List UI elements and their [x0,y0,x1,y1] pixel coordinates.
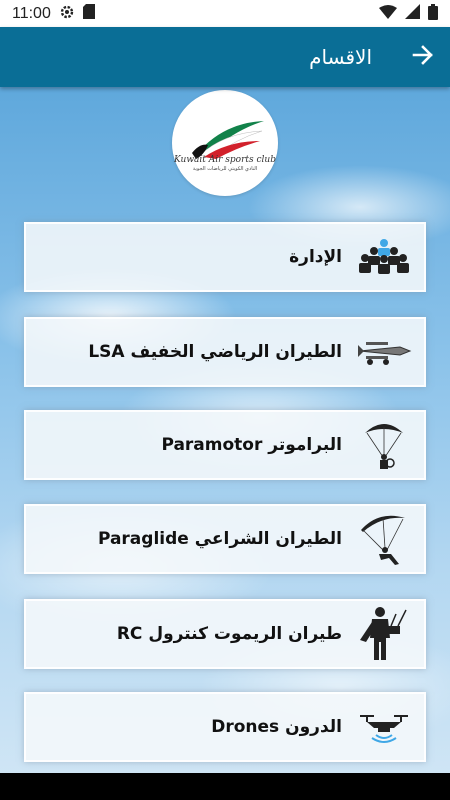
light-aircraft-icon [356,327,412,377]
section-label: الطيران الشراعي Paraglide [97,529,342,549]
section-paraglide[interactable]: الطيران الشراعي Paraglide [24,504,426,574]
section-rc[interactable]: طيران الريموت كنترول RC [24,599,426,669]
system-nav-bar [0,773,450,800]
status-bar-right [379,3,438,24]
section-label: الدرون Drones [211,717,342,737]
sd-card-icon [82,4,95,23]
section-paramotor[interactable]: البراموتر Paramotor [24,410,426,480]
arrow-right-icon[interactable] [412,44,434,70]
sections-list[interactable]: Kuwait Air sports club النادي الكويتي لل… [0,87,450,773]
signal-icon [405,4,420,23]
section-label: الإدارة [289,247,342,267]
paraglider-icon [356,514,412,565]
logo-subtext: النادي الكويتي للرياضات الجوية [192,165,258,172]
status-bar-left: 11:00 [12,4,95,24]
management-group-icon [356,232,412,282]
paramotor-icon [356,420,412,470]
wifi-icon [379,4,397,23]
section-lsa[interactable]: الطيران الرياضي الخفيف LSA [24,317,426,387]
section-label: الطيران الرياضي الخفيف LSA [88,342,342,362]
drone-icon [356,702,412,752]
page-title: الاقسام [309,45,372,69]
status-time: 11:00 [12,4,51,22]
rc-pilot-icon [356,607,412,660]
logo-text: Kuwait Air sports club [174,154,276,165]
section-label: طيران الريموت كنترول RC [116,624,342,644]
club-logo: Kuwait Air sports club النادي الكويتي لل… [172,90,278,196]
section-drones[interactable]: الدرون Drones [24,692,426,762]
section-label: البراموتر Paramotor [161,435,342,455]
section-management[interactable]: الإدارة [24,222,426,292]
app-bar: الاقسام [0,27,450,87]
settings-gear-icon [59,4,75,24]
status-bar: 11:00 [0,0,450,27]
battery-icon [428,3,438,24]
